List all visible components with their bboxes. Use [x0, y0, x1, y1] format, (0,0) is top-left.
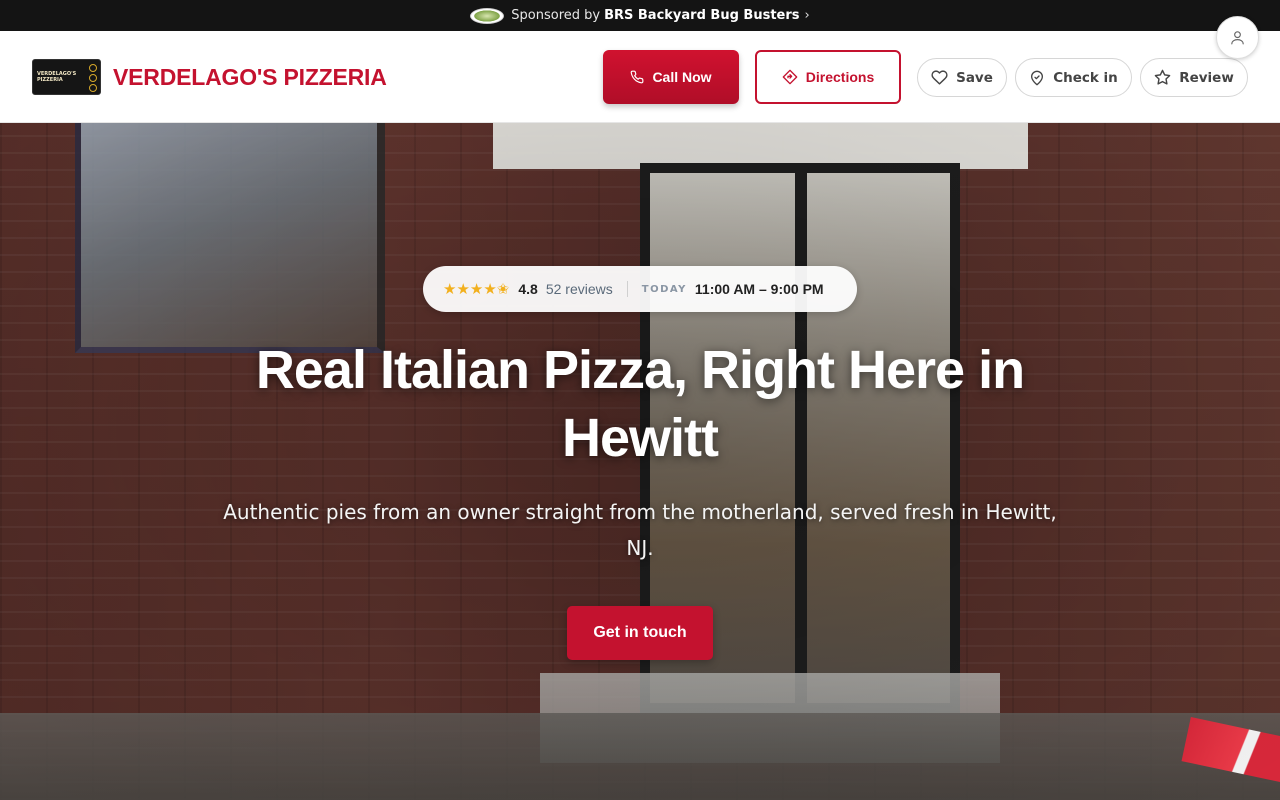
review-count-link[interactable]: 52 reviews	[546, 281, 613, 297]
review-label: Review	[1179, 69, 1234, 86]
star-icon: ★★★★	[443, 281, 497, 298]
hero-subline: Authentic pies from an owner straight fr…	[223, 500, 1057, 560]
sponsor-prefix: Sponsored by	[511, 8, 601, 23]
site-header: VERDELAGO'S PIZZERIA VERDELAGO'S PIZZERI…	[0, 31, 1280, 123]
phone-icon	[631, 70, 644, 84]
rating-value: 4.8	[518, 281, 538, 297]
directions-label: Directions	[805, 69, 875, 85]
directions-icon	[782, 69, 798, 85]
check-in-button[interactable]: Check in	[1015, 58, 1132, 97]
brand-logo[interactable]: VERDELAGO'S PIZZERIA	[32, 59, 101, 95]
check-in-label: Check in	[1053, 69, 1118, 86]
star-icon	[1154, 69, 1171, 85]
hero-headline: Real Italian Pizza, Right Here in Hewitt	[255, 340, 1025, 468]
brand-logo-text: VERDELAGO'S PIZZERIA	[37, 71, 77, 83]
directions-button[interactable]: Directions	[755, 50, 901, 104]
today-label: TODAY	[641, 283, 687, 295]
call-now-button[interactable]: Call Now	[603, 50, 739, 104]
map-pin-icon	[1031, 70, 1044, 85]
call-now-label: Call Now	[652, 69, 712, 85]
user-icon	[1231, 31, 1244, 45]
hours-today: 11:00 AM – 9:00 PM	[694, 281, 824, 297]
chevron-right-icon: ›	[804, 8, 810, 23]
save-label: Save	[956, 69, 993, 86]
half-star-icon: ✬	[496, 281, 510, 298]
pill-divider	[626, 281, 628, 297]
review-button[interactable]: Review	[1140, 58, 1248, 97]
sponsor-logo-icon	[470, 7, 505, 24]
heart-icon	[931, 70, 948, 85]
sponsor-bar[interactable]: Sponsored by BRS Backyard Bug Busters ›	[0, 0, 1280, 31]
sponsor-name-link[interactable]: BRS Backyard Bug Busters	[604, 8, 799, 23]
get-in-touch-button[interactable]: Get in touch	[567, 606, 713, 660]
brand-logo-mark-icon	[89, 64, 97, 92]
save-button[interactable]: Save	[917, 58, 1007, 97]
brand-name[interactable]: VERDELAGO'S PIZZERIA	[113, 64, 387, 91]
rating-stars: ★★★★✬	[443, 280, 509, 298]
profile-button[interactable]	[1216, 16, 1259, 59]
rating-hours-pill[interactable]: ★★★★✬ 4.8 52 reviews TODAY 11:00 AM – 9:…	[423, 266, 857, 312]
